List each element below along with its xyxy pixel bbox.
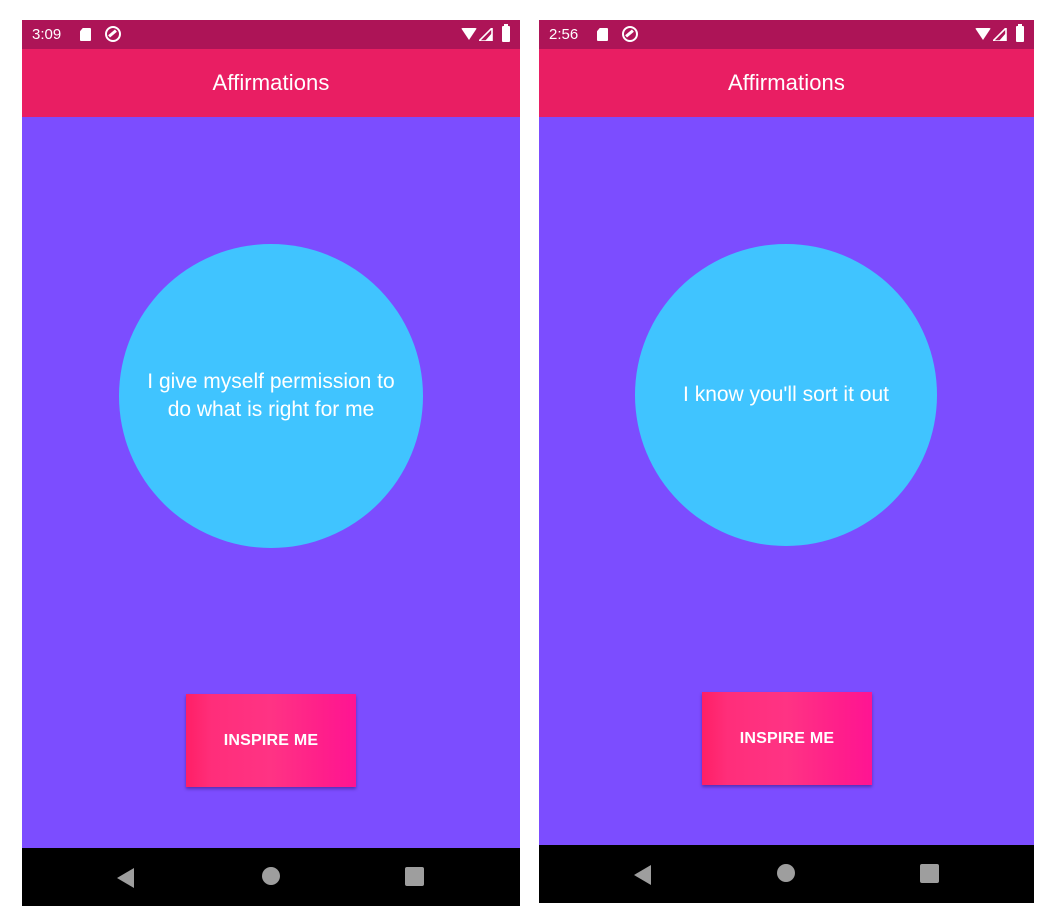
navigation-bar bbox=[22, 848, 520, 906]
app-bar: Affirmations bbox=[539, 49, 1034, 117]
cell-signal-icon bbox=[993, 28, 1007, 41]
inspire-me-button[interactable]: INSPIRE ME bbox=[186, 694, 356, 787]
affirmation-text: I know you'll sort it out bbox=[683, 383, 889, 406]
affirmation-circle: I know you'll sort it out bbox=[635, 244, 937, 546]
do-not-disturb-icon bbox=[622, 26, 638, 42]
home-icon[interactable] bbox=[777, 864, 795, 882]
wifi-icon bbox=[461, 28, 477, 40]
affirmation-text: I give myself permission to do what is r… bbox=[147, 370, 395, 421]
cell-signal-icon bbox=[479, 28, 493, 41]
home-icon[interactable] bbox=[262, 867, 280, 885]
back-icon[interactable] bbox=[117, 868, 134, 888]
status-time: 3:09 bbox=[32, 26, 62, 43]
inspire-me-button[interactable]: INSPIRE ME bbox=[702, 692, 872, 785]
do-not-disturb-icon bbox=[105, 26, 121, 42]
battery-icon bbox=[1016, 24, 1024, 42]
sd-card-icon bbox=[80, 28, 91, 41]
back-icon[interactable] bbox=[634, 865, 651, 885]
battery-icon bbox=[502, 24, 510, 42]
app-bar: Affirmations bbox=[22, 49, 520, 117]
status-bar: 3:09 bbox=[22, 20, 520, 49]
status-bar: 2:56 bbox=[539, 20, 1034, 49]
app-title: Affirmations bbox=[728, 70, 845, 95]
phone-screen-left: 3:09 Affirmations I give myself permissi… bbox=[22, 20, 520, 906]
status-time: 2:56 bbox=[549, 26, 579, 43]
affirmation-circle: I give myself permission to do what is r… bbox=[119, 244, 423, 548]
recents-icon[interactable] bbox=[405, 867, 424, 886]
app-title: Affirmations bbox=[212, 70, 330, 95]
wifi-icon bbox=[975, 28, 991, 40]
sd-card-icon bbox=[597, 28, 608, 41]
navigation-bar bbox=[539, 845, 1034, 903]
recents-icon[interactable] bbox=[920, 864, 939, 883]
phone-screen-right: 2:56 Affirmations I know you'll sort it … bbox=[539, 20, 1034, 903]
